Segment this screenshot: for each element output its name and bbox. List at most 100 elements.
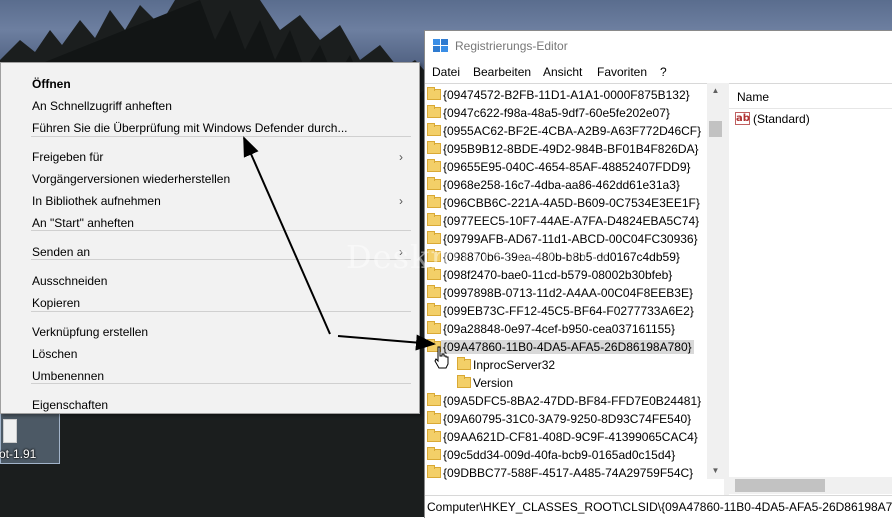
context-menu-item[interactable]: An "Start" anheften: [32, 216, 134, 230]
folder-icon: [427, 141, 441, 154]
tree-item-label: Version: [473, 376, 514, 390]
folder-icon: [427, 447, 441, 460]
tree-item[interactable]: {098870b6-39ea-480b-b8b5-dd0167c4db59}: [425, 248, 711, 266]
context-menu-item[interactable]: Vorgängerversionen wiederherstellen: [32, 172, 230, 186]
context-menu: Öffnen An Schnellzugriff anheften Führen S…: [0, 62, 420, 414]
folder-icon: [427, 249, 441, 262]
submenu-chevron-icon: ›: [399, 245, 403, 259]
hand-cursor-icon: [434, 346, 449, 369]
folder-icon: [427, 429, 441, 442]
tree-item[interactable]: {09655E95-040C-4654-85AF-48852407FDD9}: [425, 158, 711, 176]
folder-icon: [457, 357, 471, 370]
title-bar[interactable]: Registrierungs-Editor: [425, 31, 892, 61]
folder-icon: [427, 285, 441, 298]
tree-item-label: {0955AC62-BF2E-4CBA-A2B9-A63F772D46CF}: [443, 124, 702, 138]
menu-separator: [31, 259, 411, 260]
tree-item[interactable]: {0977EEC5-10F7-44AE-A7FA-D4824EBA5C74}: [425, 212, 711, 230]
context-menu-item[interactable]: Löschen: [32, 347, 77, 361]
menu-separator: [31, 311, 411, 312]
context-menu-item[interactable]: Kopieren: [32, 296, 80, 310]
folder-icon: [427, 231, 441, 244]
tree-item-label: {09A5DFC5-8BA2-47DD-BF84-FFD7E0B24481}: [443, 394, 702, 408]
menu-view[interactable]: Ansicht: [543, 65, 582, 79]
context-menu-item[interactable]: Öffnen: [32, 77, 71, 91]
scroll-down-arrow-icon[interactable]: ▼: [707, 463, 724, 479]
window-title: Registrierungs-Editor: [455, 39, 568, 53]
tree-item[interactable]: {09474572-B2FB-11D1-A1A1-0000F875B132}: [425, 86, 711, 104]
tree-item-label: {096CBB6C-221A-4A5D-B609-0C7534E3EE1F}: [443, 196, 700, 210]
scroll-thumb[interactable]: [735, 479, 825, 492]
tree-item-label: {0977EEC5-10F7-44AE-A7FA-D4824EBA5C74}: [443, 214, 700, 228]
tree-item-label: {0947c622-f98a-48a5-9df7-60e5fe202e07}: [443, 106, 670, 120]
tree-item[interactable]: {0997898B-0713-11d2-A4AA-00C04F8EEB3E}: [425, 284, 711, 302]
tree-item-label: {0997898B-0713-11d2-A4AA-00C04F8EEB3E}: [443, 286, 693, 300]
menu-favorites[interactable]: Favoriten: [597, 65, 647, 79]
tree-item-label: {09474572-B2FB-11D1-A1A1-0000F875B132}: [443, 88, 690, 102]
menu-help[interactable]: ?: [660, 65, 667, 79]
scroll-up-arrow-icon[interactable]: ▲: [707, 83, 724, 99]
context-menu-item[interactable]: Ausschneiden: [32, 274, 107, 288]
tree-item-label: {095B9B12-8BDE-49D2-984B-BF01B4F826DA}: [443, 142, 699, 156]
folder-icon: [427, 177, 441, 190]
values-horizontal-scrollbar[interactable]: [729, 477, 892, 494]
tree-item-label: {09AA621D-CF81-408D-9C9F-41399065CAC4}: [443, 430, 698, 444]
tree-item-label: {09A60795-31C0-3A79-9250-8D93C74FE540}: [443, 412, 692, 426]
tree-item[interactable]: {09a28848-0e97-4cef-b950-cea037161155}: [425, 320, 711, 338]
folder-icon: [457, 375, 471, 388]
status-bar: Computer\HKEY_CLASSES_ROOT\CLSID\{09A478…: [425, 495, 892, 519]
tree-item[interactable]: {099EB73C-FF12-45C5-BF64-F0277733A6E2}: [425, 302, 711, 320]
tree-item-label: {09c5dd34-009d-40fa-bcb9-0165ad0c15d4}: [443, 448, 676, 462]
tree-item[interactable]: {09DBBC77-588F-4517-A485-74A29759F54C}: [425, 464, 711, 482]
context-menu-item[interactable]: Führen Sie die Überprüfung mit Windows D…: [32, 121, 348, 135]
tree-item[interactable]: {09c5dd34-009d-40fa-bcb9-0165ad0c15d4}: [425, 446, 711, 464]
context-menu-item[interactable]: Freigeben für: [32, 150, 103, 164]
folder-icon: [427, 87, 441, 100]
context-menu-item[interactable]: An Schnellzugriff anheften: [32, 99, 172, 113]
folder-icon: [427, 321, 441, 334]
tree-item[interactable]: {0955AC62-BF2E-4CBA-A2B9-A63F772D46CF}: [425, 122, 711, 140]
context-menu-item[interactable]: Eigenschaften: [32, 398, 108, 412]
tree-item-label: {09A47860-11B0-4DA5-AFA5-26D86198A780}: [441, 340, 694, 354]
tree-child-item[interactable]: InprocServer32: [425, 356, 711, 374]
string-value-icon: ab: [735, 112, 750, 125]
key-tree[interactable]: {09474572-B2FB-11D1-A1A1-0000F875B132} {0…: [425, 83, 723, 496]
tree-item[interactable]: {09AA621D-CF81-408D-9C9F-41399065CAC4}: [425, 428, 711, 446]
scroll-thumb[interactable]: [709, 121, 722, 137]
tree-item[interactable]: {09A60795-31C0-3A79-9250-8D93C74FE540}: [425, 410, 711, 428]
tree-item-label: {0968e258-16c7-4dba-aa86-462dd61e31a3}: [443, 178, 680, 192]
regedit-app-icon: [433, 39, 448, 52]
tree-item-label: {099EB73C-FF12-45C5-BF64-F0277733A6E2}: [443, 304, 694, 318]
folder-icon: [427, 105, 441, 118]
tree-item-label: {098870b6-39ea-480b-b8b5-dd0167c4db59}: [443, 250, 680, 264]
tree-item-label: InprocServer32: [473, 358, 556, 372]
folder-icon: [427, 411, 441, 424]
menu-file[interactable]: Datei: [432, 65, 460, 79]
registry-editor-window: Registrierungs-Editor Datei Bearbeiten A…: [424, 30, 892, 519]
submenu-chevron-icon: ›: [399, 194, 403, 208]
desktop-shortcut[interactable]: ot-1.91: [0, 410, 60, 464]
tree-item-label: {09a28848-0e97-4cef-b950-cea037161155}: [443, 322, 675, 336]
tree-item[interactable]: {0947c622-f98a-48a5-9df7-60e5fe202e07}: [425, 104, 711, 122]
tree-child-item[interactable]: Version: [425, 374, 711, 392]
context-menu-item[interactable]: Verknüpfung erstellen: [32, 325, 148, 339]
tree-vertical-scrollbar[interactable]: ▲ ▼: [707, 83, 724, 479]
folder-icon: [427, 123, 441, 136]
tree-item-label: {09799AFB-AD67-11d1-ABCD-00C04FC30936}: [443, 232, 698, 246]
column-header-name[interactable]: Name: [737, 90, 769, 104]
context-menu-item[interactable]: In Bibliothek aufnehmen: [32, 194, 161, 208]
tree-item[interactable]: {096CBB6C-221A-4A5D-B609-0C7534E3EE1F}: [425, 194, 711, 212]
tree-item[interactable]: {09A5DFC5-8BA2-47DD-BF84-FFD7E0B24481}: [425, 392, 711, 410]
tree-item[interactable]: {095B9B12-8BDE-49D2-984B-BF01B4F826DA}: [425, 140, 711, 158]
context-menu-item[interactable]: Senden an: [32, 245, 90, 259]
folder-icon: [427, 267, 441, 280]
tree-item[interactable]: {09799AFB-AD67-11d1-ABCD-00C04FC30936}: [425, 230, 711, 248]
values-list[interactable]: Name ab (Standard): [729, 83, 892, 478]
key-path: Computer\HKEY_CLASSES_ROOT\CLSID\{09A478…: [427, 500, 892, 514]
tree-item[interactable]: {09A47860-11B0-4DA5-AFA5-26D86198A780}: [425, 338, 711, 356]
tree-item[interactable]: {098f2470-bae0-11cd-b579-08002b30bfeb}: [425, 266, 711, 284]
context-menu-item[interactable]: Umbenennen: [32, 369, 104, 383]
tree-item[interactable]: {0968e258-16c7-4dba-aa86-462dd61e31a3}: [425, 176, 711, 194]
value-name[interactable]: (Standard): [753, 112, 810, 126]
header-divider: [729, 108, 892, 109]
menu-edit[interactable]: Bearbeiten: [473, 65, 531, 79]
